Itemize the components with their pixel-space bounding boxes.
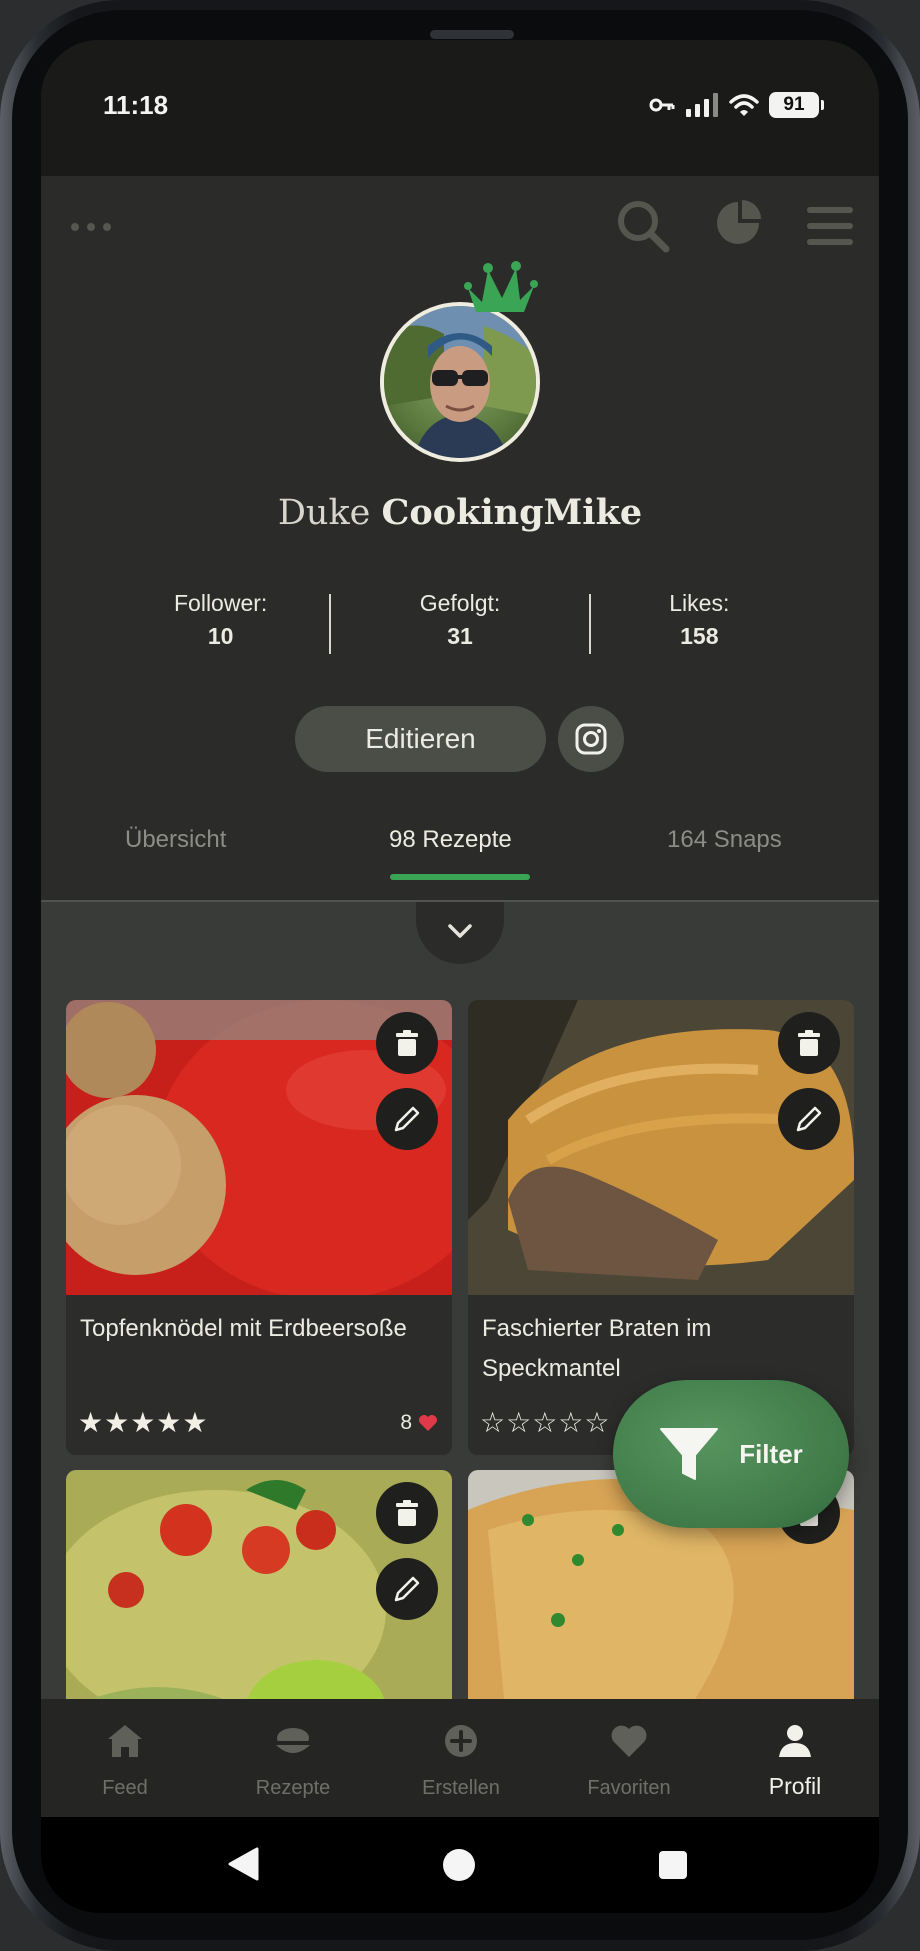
recipe-title: Faschierter Braten im Speckmantel [482, 1315, 712, 1382]
recipe-grid: Topfenknödel mit Erdbeersoße ★★★★★ 8 Fas… [41, 902, 879, 1699]
chevron-down-icon [448, 924, 472, 938]
back-icon[interactable] [227, 1847, 259, 1881]
edit-profile-button[interactable]: Editieren [295, 706, 546, 772]
nav-label: Favoriten [587, 1777, 671, 1799]
nav-feed[interactable]: Feed [41, 1699, 209, 1817]
app-screen: 11:18 91 Duke CookingMike Follower: 10 G… [41, 40, 879, 1913]
avatar-container[interactable] [380, 261, 540, 462]
instagram-button[interactable] [558, 706, 624, 772]
rating-stars: ★★★★★ [78, 1406, 209, 1439]
stat-value: 158 [680, 623, 719, 649]
recipe-image [66, 1470, 452, 1699]
speaker-grille [430, 30, 514, 39]
home-button-icon[interactable] [441, 1847, 477, 1883]
stat-label: Likes: [669, 590, 730, 616]
heart-icon [419, 1415, 437, 1431]
key-icon [649, 98, 675, 112]
stat-following[interactable]: Gefolgt: 31 [340, 590, 579, 650]
battery-indicator: 91 [769, 92, 824, 118]
edit-recipe-button[interactable] [376, 1558, 438, 1620]
stat-label: Follower: [174, 590, 268, 616]
pencil-icon [394, 1576, 420, 1602]
tab-snaps[interactable]: 164 Snaps [667, 826, 782, 854]
nav-favorites[interactable]: Favoriten [545, 1699, 713, 1817]
edit-recipe-button[interactable] [778, 1088, 840, 1150]
status-time: 11:18 [103, 90, 169, 120]
profile-stats: Follower: 10 Gefolgt: 31 Likes: 158 [101, 590, 819, 650]
nav-label: Erstellen [422, 1777, 500, 1799]
active-tab-indicator [390, 874, 530, 880]
profile-name: Duke CookingMike [41, 492, 879, 533]
stat-divider [329, 594, 331, 654]
like-count-value: 8 [400, 1411, 412, 1434]
trash-icon [396, 1500, 418, 1526]
trash-icon [798, 1030, 820, 1056]
edit-recipe-button[interactable] [376, 1088, 438, 1150]
like-count[interactable]: 8 [400, 1411, 438, 1435]
delete-button[interactable] [778, 1012, 840, 1074]
instagram-icon [575, 723, 607, 755]
system-navigation-bar [41, 1817, 879, 1913]
funnel-icon [660, 1428, 719, 1480]
profile-rank: Duke [277, 493, 371, 533]
bottom-navigation: Feed Rezepte Erstellen Favoriten Profil [41, 1699, 879, 1817]
rating-stars: ☆☆☆☆☆ [480, 1406, 611, 1439]
recipe-title: Topfenknödel mit Erdbeersoße [80, 1315, 407, 1342]
tab-overview[interactable]: Übersicht [125, 826, 226, 854]
filter-button[interactable]: Filter [613, 1380, 849, 1528]
profile-header: Duke CookingMike Follower: 10 Gefolgt: 3… [41, 176, 879, 902]
stat-value: 31 [447, 623, 473, 649]
home-icon [108, 1725, 142, 1757]
nav-create[interactable]: Erstellen [377, 1699, 545, 1817]
status-icons: 91 [649, 92, 824, 118]
nav-recipes[interactable]: Rezepte [209, 1699, 377, 1817]
pencil-icon [394, 1106, 420, 1132]
heart-icon [611, 1725, 647, 1757]
tab-recipes[interactable]: 98 Rezepte [389, 826, 512, 854]
avatar-photo [384, 306, 536, 458]
search-icon[interactable] [615, 198, 671, 254]
nav-label: Profil [768, 1773, 822, 1799]
status-bar: 11:18 91 [41, 40, 879, 176]
plus-circle-icon [445, 1725, 477, 1757]
nav-label: Feed [102, 1777, 148, 1799]
collapse-toggle[interactable] [416, 902, 504, 964]
recipe-info: Topfenknödel mit Erdbeersoße ★★★★★ 8 [66, 1295, 452, 1455]
recipe-card[interactable]: Topfenknödel mit Erdbeersoße ★★★★★ 8 [66, 1000, 452, 1455]
filter-label: Filter [739, 1438, 803, 1469]
pie-chart-icon[interactable] [715, 200, 761, 246]
wifi-icon [729, 94, 759, 116]
nav-label: Rezepte [255, 1777, 331, 1799]
recipe-image [468, 1000, 854, 1295]
trash-icon [396, 1030, 418, 1056]
nav-profile[interactable]: Profil [711, 1699, 879, 1817]
bowl-icon [275, 1728, 311, 1753]
delete-button[interactable] [376, 1012, 438, 1074]
profile-username: CookingMike [381, 492, 643, 533]
stat-value: 10 [207, 623, 234, 649]
hamburger-menu-icon[interactable] [807, 206, 853, 246]
recipe-card[interactable] [66, 1470, 452, 1699]
user-icon [779, 1725, 811, 1757]
avatar [380, 302, 540, 462]
profile-tabs: Übersicht 98 Rezepte 164 Snaps [41, 816, 879, 902]
stat-followers[interactable]: Follower: 10 [101, 590, 340, 650]
stat-likes: Likes: 158 [580, 590, 819, 650]
stat-divider [589, 594, 591, 654]
stat-label: Gefolgt: [419, 590, 501, 616]
more-horizontal-icon[interactable] [69, 220, 113, 234]
delete-button[interactable] [376, 1482, 438, 1544]
recents-icon[interactable] [657, 1849, 689, 1881]
crown-icon [464, 261, 538, 312]
recipe-image [66, 1000, 452, 1300]
pencil-icon [796, 1106, 822, 1132]
signal-icon [686, 93, 718, 117]
